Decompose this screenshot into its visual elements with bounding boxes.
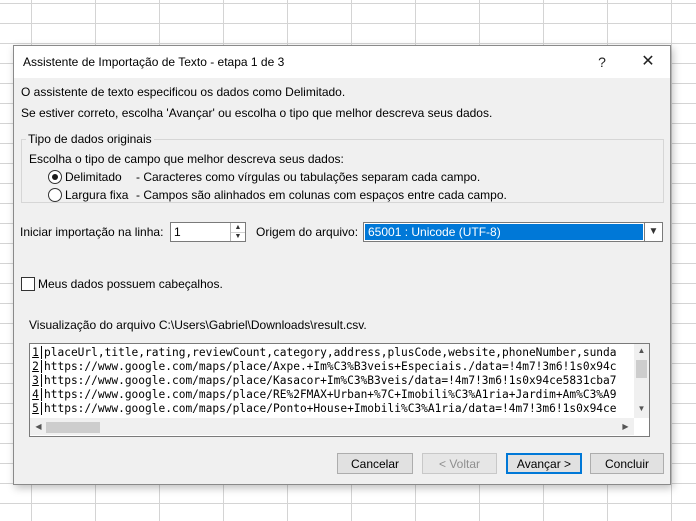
radio-delimited-description: - Caracteres como vírgulas ou tabulações… xyxy=(136,170,481,184)
start-row-label: Iniciar importação na linha: xyxy=(20,225,164,239)
preview-vertical-scrollbar[interactable]: ▲ ▼ xyxy=(634,344,649,418)
data-type-prompt: Escolha o tipo de campo que melhor descr… xyxy=(29,152,344,166)
data-type-group-legend: Tipo de dados originais xyxy=(26,132,154,146)
stepper-down-icon[interactable]: ▼ xyxy=(231,232,245,241)
scroll-right-icon[interactable]: ▶ xyxy=(618,422,633,431)
scroll-left-icon[interactable]: ◀ xyxy=(31,422,46,431)
next-button[interactable]: Avançar > xyxy=(506,453,582,474)
close-button[interactable]: ✕ xyxy=(626,46,670,78)
intro-line-2: Se estiver correto, escolha 'Avançar' ou… xyxy=(21,106,493,120)
radio-delimited-label[interactable]: Delimitado xyxy=(65,170,122,184)
preview-lines: 1 placeUrl,title,rating,reviewCount,categ… xyxy=(30,346,634,418)
preview-horizontal-scrollbar[interactable]: ◀ ▶ xyxy=(30,418,634,435)
cancel-button[interactable]: Cancelar xyxy=(337,453,413,474)
preview-line: 3 https://www.google.com/maps/place/Kasac… xyxy=(32,374,617,387)
text-import-wizard-dialog: Assistente de Importação de Texto - etap… xyxy=(13,45,671,485)
preview-line: 2 https://www.google.com/maps/place/Axpe.… xyxy=(32,360,617,373)
preview-line: 1 placeUrl,title,rating,reviewCount,categ… xyxy=(32,346,617,359)
headers-checkbox-label[interactable]: Meus dados possuem cabeçalhos. xyxy=(38,277,223,291)
back-button[interactable]: < Voltar xyxy=(422,453,497,474)
preview-line: 4 https://www.google.com/maps/place/RE%2F… xyxy=(32,388,617,401)
dialog-title: Assistente de Importação de Texto - etap… xyxy=(23,55,285,69)
vertical-scroll-thumb[interactable] xyxy=(636,360,647,378)
finish-button[interactable]: Concluir xyxy=(590,453,664,474)
scroll-up-icon[interactable]: ▲ xyxy=(634,346,649,355)
headers-checkbox[interactable] xyxy=(21,277,35,291)
data-type-group: Tipo de dados originais Escolha o tipo d… xyxy=(21,132,664,203)
horizontal-scroll-thumb[interactable] xyxy=(46,422,100,433)
stepper-buttons: ▲ ▼ xyxy=(230,223,245,241)
file-origin-label: Origem do arquivo: xyxy=(256,225,359,239)
file-origin-select[interactable]: 65001 : Unicode (UTF-8) ▼ xyxy=(363,222,663,242)
dialog-titlebar: Assistente de Importação de Texto - etap… xyxy=(14,46,670,78)
scroll-down-icon[interactable]: ▼ xyxy=(634,404,649,413)
file-preview[interactable]: 1 placeUrl,title,rating,reviewCount,categ… xyxy=(29,343,650,437)
preview-label: Visualização do arquivo C:\Users\Gabriel… xyxy=(29,318,367,332)
radio-fixed-width[interactable] xyxy=(48,188,62,202)
preview-line: 5 https://www.google.com/maps/place/Ponto… xyxy=(32,402,617,415)
file-origin-value[interactable]: 65001 : Unicode (UTF-8) xyxy=(365,224,643,240)
help-button[interactable]: ? xyxy=(580,46,624,78)
start-row-value[interactable]: 1 xyxy=(174,225,181,239)
chevron-down-icon[interactable]: ▼ xyxy=(644,223,662,241)
radio-delimited[interactable] xyxy=(48,170,62,184)
start-row-stepper[interactable]: 1 ▲ ▼ xyxy=(170,222,246,242)
radio-fixed-width-description: - Campos são alinhados em colunas com es… xyxy=(136,188,507,202)
radio-fixed-width-label[interactable]: Largura fixa xyxy=(65,188,128,202)
intro-line-1: O assistente de texto especificou os dad… xyxy=(21,85,346,99)
